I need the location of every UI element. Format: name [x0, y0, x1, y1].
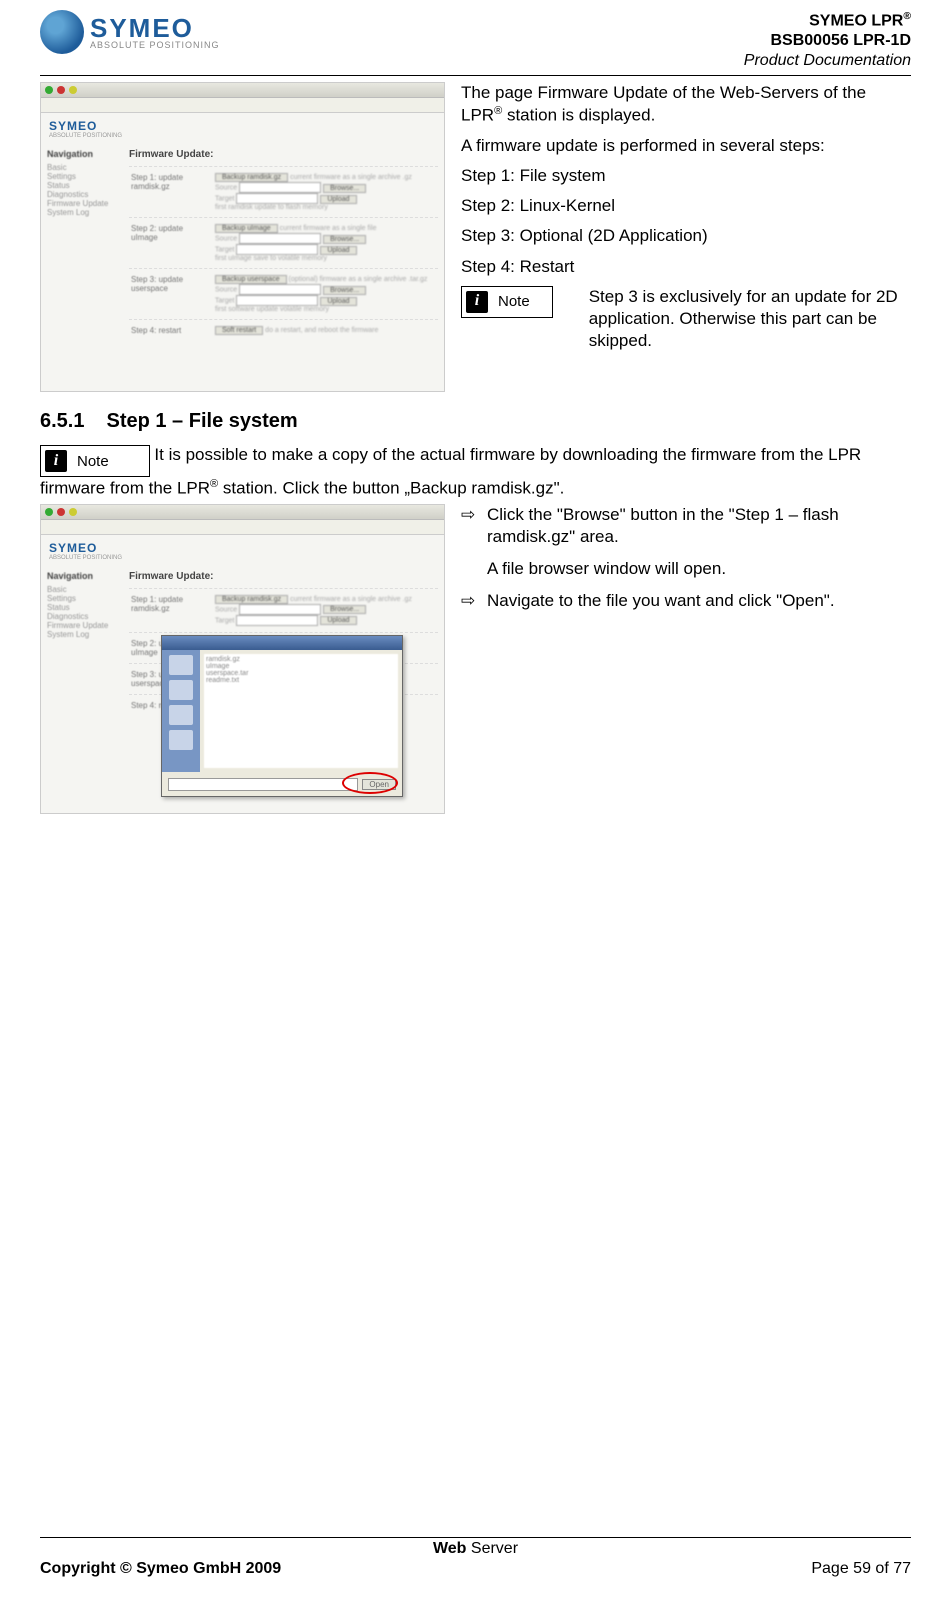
page-number: Page 59 of 77: [811, 1560, 911, 1578]
instr-2: Navigate to the file you want and click …: [487, 590, 835, 612]
upload-button[interactable]: Upload: [320, 195, 356, 204]
step1-text: Step 1: File system: [461, 165, 911, 187]
note2-wrap: i Note It is possible to make a copy of …: [40, 445, 911, 477]
registered-mark: ®: [903, 11, 911, 22]
info-icon: i: [466, 291, 488, 313]
note-text: Step 3 is exclusively for an update for …: [589, 286, 911, 352]
logo-tagline: ABSOLUTE POSITIONING: [90, 41, 220, 50]
section-heading: 6.5.1 Step 1 – File system: [40, 410, 911, 433]
p1b: station is displayed.: [502, 106, 655, 125]
arrow-icon: ⇨: [461, 504, 477, 548]
note2-text-a: It is possible to make a copy of the act…: [154, 445, 861, 464]
footer-center-rest: Server: [466, 1540, 518, 1557]
doc-type: Product Documentation: [744, 51, 911, 71]
note2-box: i Note: [40, 445, 150, 477]
instructions-step1: ⇨ Click the "Browse" button in the "Step…: [455, 504, 911, 814]
step2-label: Step 2: update uImage: [131, 224, 209, 242]
row-step1: SYMEO ABSOLUTE POSITIONING Navigation Ba…: [40, 504, 911, 814]
p2: A firmware update is performed in severa…: [461, 135, 911, 157]
backup-button[interactable]: Backup ramdisk.gz: [215, 173, 288, 182]
highlight-ellipse-icon: [342, 772, 398, 794]
note2-label: Note: [77, 453, 109, 470]
page-footer: Web Server Copyright © Symeo GmbH 2009 P…: [40, 1537, 911, 1578]
step4-text: Step 4: Restart: [461, 256, 911, 278]
reg-sup: ®: [494, 105, 502, 117]
screenshot-firmware-update: SYMEO ABSOLUTE POSITIONING Navigation Ba…: [40, 82, 445, 392]
product-code: BSB00056 LPR-1D: [744, 31, 911, 51]
note-label: Note: [498, 292, 530, 312]
section-number: 6.5.1: [40, 410, 84, 433]
step1-label: Step 1: update ramdisk.gz: [131, 173, 209, 191]
browse-button[interactable]: Browse...: [323, 184, 366, 193]
note2-text-b: station. Click the button „Backup ramdis…: [218, 479, 564, 498]
step3-text: Step 3: Optional (2D Application): [461, 225, 911, 247]
row-firmware-overview: SYMEO ABSOLUTE POSITIONING Navigation Ba…: [40, 82, 911, 392]
note2-cont: firmware from the LPR: [40, 479, 210, 498]
description-overview: The page Firmware Update of the Web-Serv…: [455, 82, 911, 392]
screenshot-file-dialog: SYMEO ABSOLUTE POSITIONING Navigation Ba…: [40, 504, 445, 814]
copyright: Copyright © Symeo GmbH 2009: [40, 1560, 281, 1578]
logo-text: SYMEO: [90, 15, 220, 41]
footer-center-bold: Web: [433, 1540, 466, 1557]
step4-label: Step 4: restart: [131, 326, 209, 335]
globe-icon: [40, 10, 84, 54]
arrow-icon: ⇨: [461, 590, 477, 612]
header-meta: SYMEO LPR® BSB00056 LPR-1D Product Docum…: [744, 10, 911, 71]
product-name: SYMEO LPR: [809, 12, 903, 29]
section-title: Step 1 – File system: [106, 410, 297, 432]
instr-1: Click the "Browse" button in the "Step 1…: [487, 504, 911, 548]
logo: SYMEO ABSOLUTE POSITIONING: [40, 10, 220, 54]
mini-tagline: ABSOLUTE POSITIONING: [49, 133, 436, 139]
panel-title: Firmware Update:: [129, 149, 438, 160]
note-box: i Note: [461, 286, 553, 318]
step2-text: Step 2: Linux-Kernel: [461, 195, 911, 217]
mini-logo: SYMEO: [49, 119, 436, 133]
reg-sup2: ®: [210, 478, 218, 490]
info-icon: i: [45, 450, 67, 472]
file-dialog: ramdisk.gzuImageuserspace.tarreadme.txt …: [161, 635, 403, 797]
nav-title: Navigation: [47, 149, 117, 159]
step3-label: Step 3: update userspace: [131, 275, 209, 293]
instr-1b: A file browser window will open.: [487, 558, 726, 580]
page-header: SYMEO ABSOLUTE POSITIONING SYMEO LPR® BS…: [40, 10, 911, 76]
